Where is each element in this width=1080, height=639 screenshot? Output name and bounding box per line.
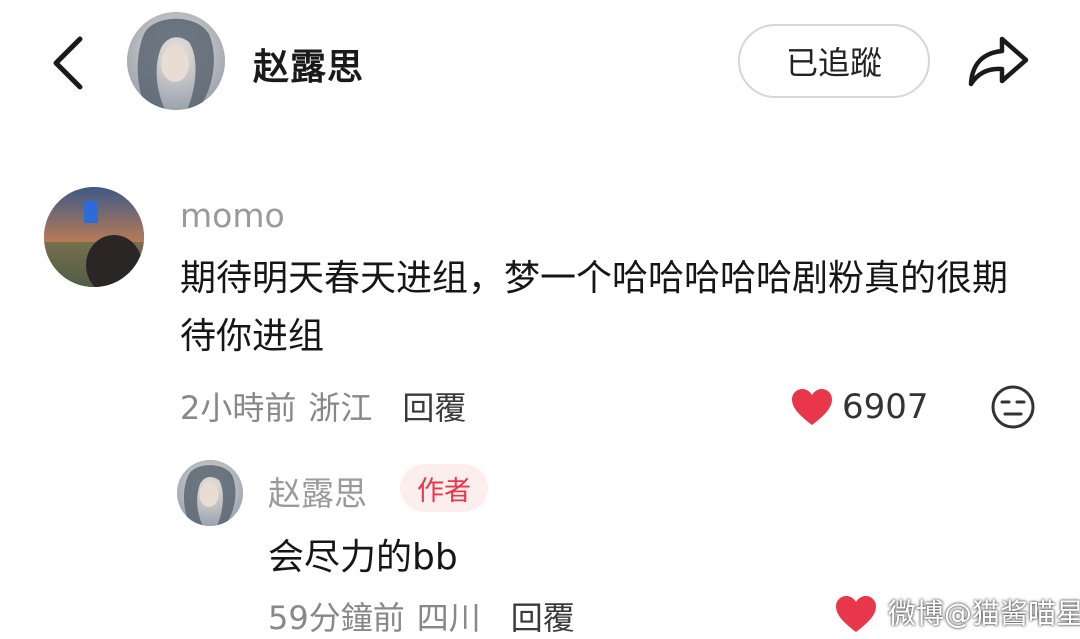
heart-icon (792, 389, 832, 425)
following-button[interactable]: 已追蹤 (738, 24, 930, 98)
author-badge: 作者 (400, 464, 488, 512)
comment-timestamp: 2小時前 (180, 389, 297, 427)
comment-location: 浙江 (308, 389, 373, 427)
dislike-button[interactable] (990, 384, 1036, 430)
back-button[interactable] (40, 28, 96, 98)
avatar[interactable] (127, 12, 225, 110)
reply-username[interactable]: 赵露思 (268, 467, 367, 515)
reply-reply-button[interactable]: 回覆 (511, 593, 575, 639)
like-button[interactable]: 6907 (790, 382, 929, 432)
reply-button[interactable]: 回覆 (402, 383, 466, 429)
profile-photo (127, 12, 225, 110)
top-bar: 赵露思 已追蹤 (0, 0, 1080, 125)
commenter-avatar[interactable] (44, 187, 144, 287)
reply-meta: 59分鐘前 四川 回覆 (268, 594, 575, 638)
commenter-username[interactable]: momo (180, 196, 285, 235)
reply-text: 会尽力的bb (268, 537, 458, 578)
reply-profile-photo (177, 460, 243, 526)
reply-like-button[interactable] (834, 594, 884, 638)
comment-text: 期待明天春天进组，梦一个哈哈哈哈哈剧粉真的很期待你进组 (180, 258, 1009, 357)
comment-meta: 2小時前 浙江 回覆 (180, 384, 466, 428)
reply-avatar[interactable] (177, 460, 243, 526)
watermark: 微博@猫酱喵星 (888, 597, 1080, 630)
commenter-photo (44, 187, 144, 287)
share-button[interactable] (962, 30, 1034, 92)
share-arrow-icon (968, 36, 1029, 87)
heart-icon (836, 596, 876, 632)
like-count: 6907 (842, 387, 929, 427)
chevron-left-icon (53, 36, 83, 90)
reply-timestamp: 59分鐘前 (268, 599, 405, 637)
reply-location: 四川 (416, 599, 481, 637)
profile-name[interactable]: 赵露思 (253, 38, 364, 90)
neutral-face-icon (991, 385, 1035, 429)
